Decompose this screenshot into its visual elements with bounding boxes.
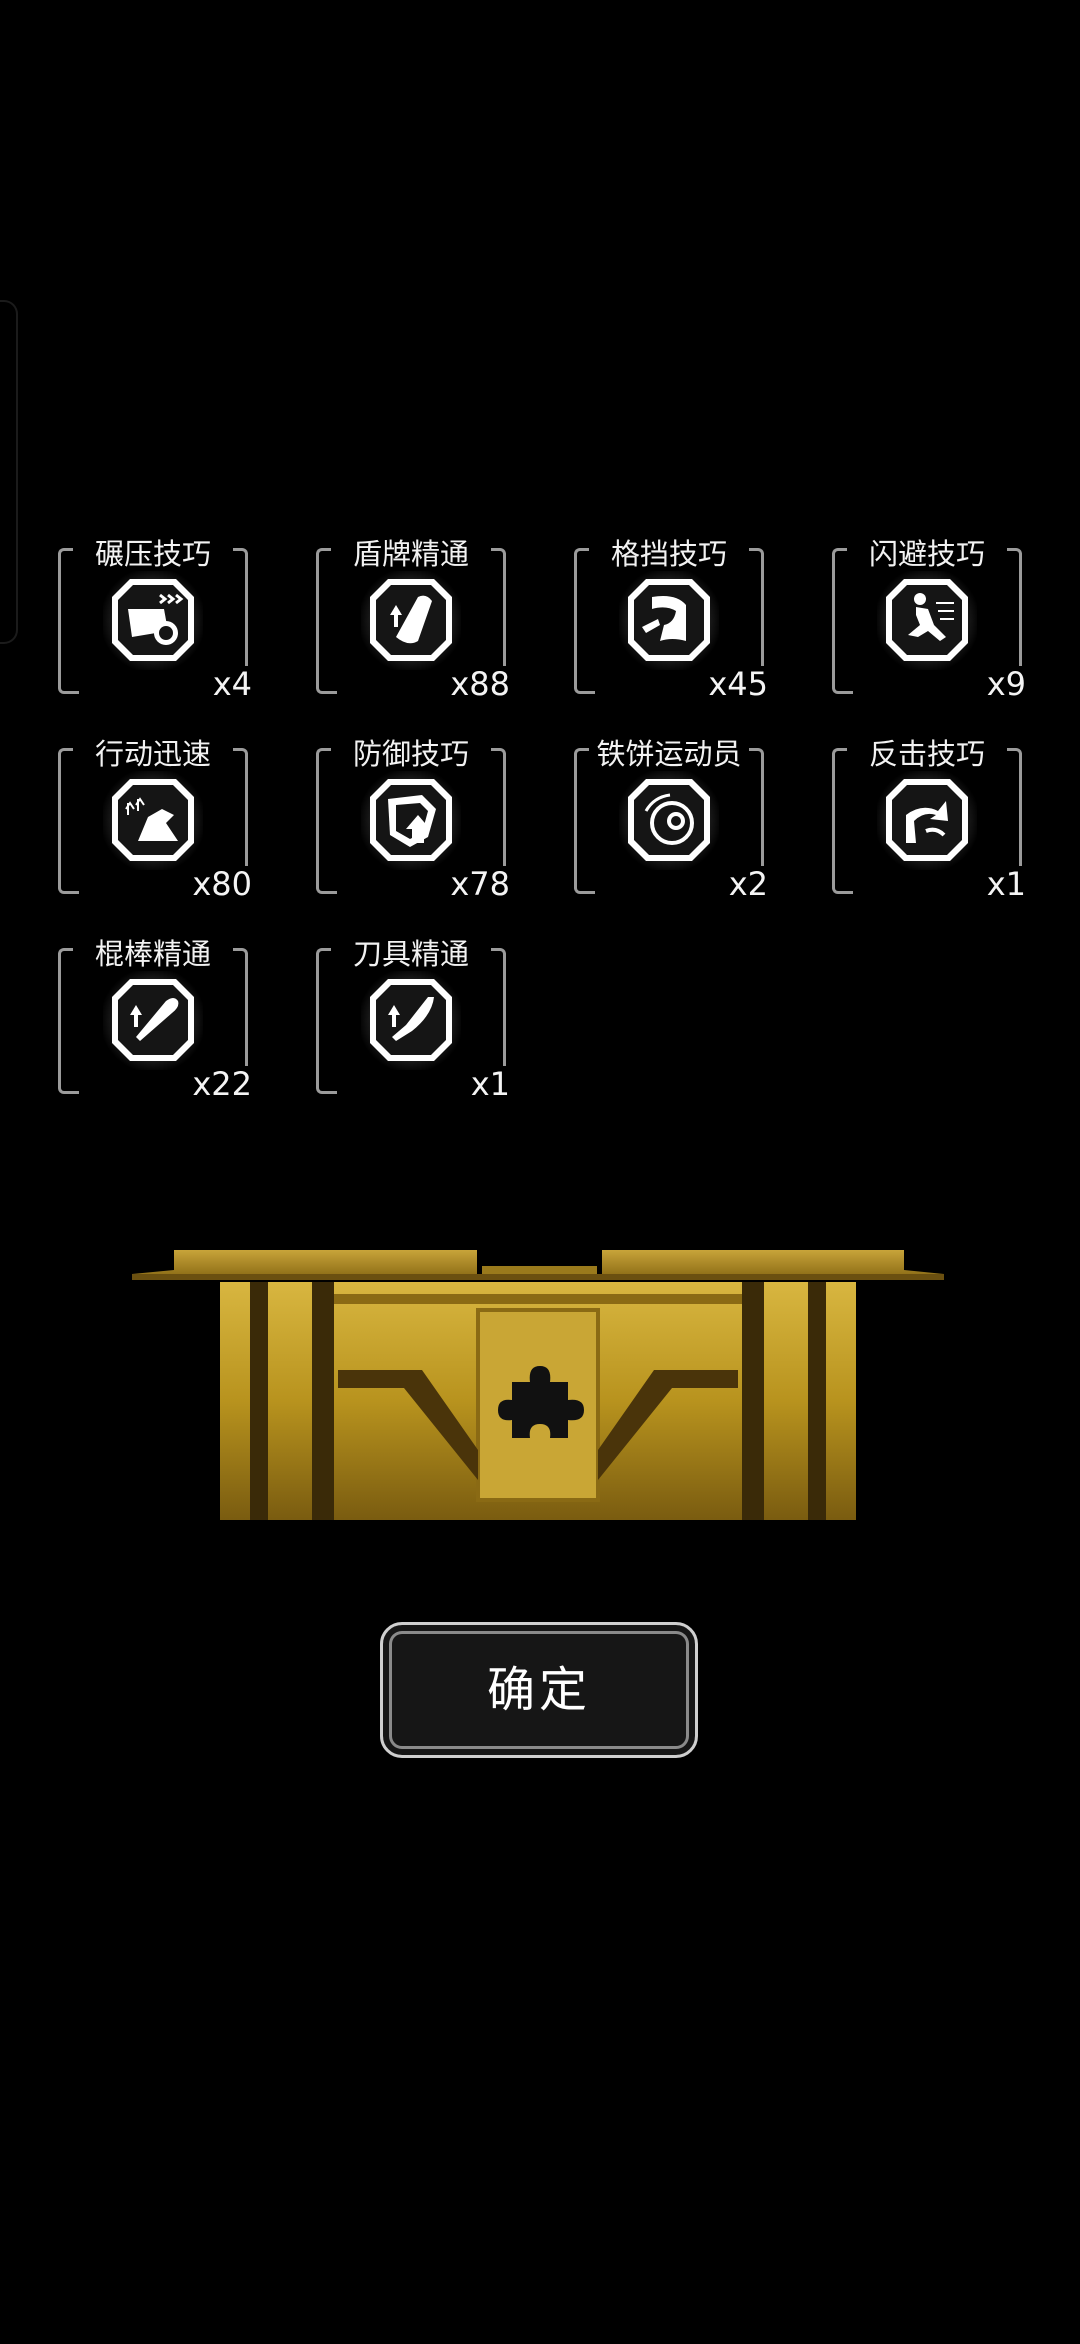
skill-card-dodge[interactable]: 闪避技巧 x9 — [832, 537, 1026, 702]
skill-count: x1 — [466, 1066, 510, 1102]
skill-card-shield-mastery[interactable]: 盾牌精通 x88 — [316, 537, 510, 702]
crush-icon — [108, 575, 198, 665]
reward-screen: 盾牌精通 x88 格挡技巧 x45 碾压技巧 x4 闪避技巧 x9 行动迅速 x… — [0, 0, 1080, 2344]
skill-card-defense[interactable]: 防御技巧 x78 — [316, 737, 510, 902]
skill-count: x2 — [724, 866, 768, 902]
reward-chest[interactable] — [132, 1240, 944, 1530]
skill-rewards-grid: 盾牌精通 x88 格挡技巧 x45 碾压技巧 x4 闪避技巧 x9 行动迅速 x… — [58, 537, 1026, 1102]
shield-mastery-icon — [366, 575, 456, 665]
discus-thrower-icon — [624, 775, 714, 865]
skill-card-swift-action[interactable]: 行动迅速 x80 — [58, 737, 252, 902]
skill-count: x4 — [208, 666, 252, 702]
skill-card-counterattack[interactable]: 反击技巧 x1 — [832, 737, 1026, 902]
skill-count: x1 — [982, 866, 1026, 902]
blade-mastery-icon — [366, 975, 456, 1065]
skill-name: 格挡技巧 — [589, 537, 749, 571]
skill-name: 行动迅速 — [73, 737, 233, 771]
skill-count: x80 — [188, 866, 252, 902]
skill-name: 刀具精通 — [331, 937, 491, 971]
skill-card-club-mastery[interactable]: 棍棒精通 x22 — [58, 937, 252, 1102]
skill-count: x9 — [982, 666, 1026, 702]
parry-icon — [624, 575, 714, 665]
skill-name: 棍棒精通 — [73, 937, 233, 971]
confirm-button[interactable]: 确定 — [380, 1622, 698, 1758]
dodge-icon — [882, 575, 972, 665]
skill-name: 碾压技巧 — [73, 537, 233, 571]
swift-action-icon — [108, 775, 198, 865]
skill-name: 防御技巧 — [331, 737, 491, 771]
counterattack-icon — [882, 775, 972, 865]
skill-name: 反击技巧 — [847, 737, 1007, 771]
skill-count: x88 — [446, 666, 510, 702]
skill-card-crush[interactable]: 碾压技巧 x4 — [58, 537, 252, 702]
side-edge-tab[interactable] — [0, 300, 18, 644]
club-mastery-icon — [108, 975, 198, 1065]
skill-count: x22 — [188, 1066, 252, 1102]
skill-name: 铁饼运动员 — [589, 737, 749, 771]
skill-name: 盾牌精通 — [331, 537, 491, 571]
skill-card-discus-thrower[interactable]: 铁饼运动员 x2 — [574, 737, 768, 902]
skill-card-parry[interactable]: 格挡技巧 x45 — [574, 537, 768, 702]
skill-count: x45 — [704, 666, 768, 702]
skill-card-blade-mastery[interactable]: 刀具精通 x1 — [316, 937, 510, 1102]
skill-name: 闪避技巧 — [847, 537, 1007, 571]
defense-icon — [366, 775, 456, 865]
skill-count: x78 — [446, 866, 510, 902]
